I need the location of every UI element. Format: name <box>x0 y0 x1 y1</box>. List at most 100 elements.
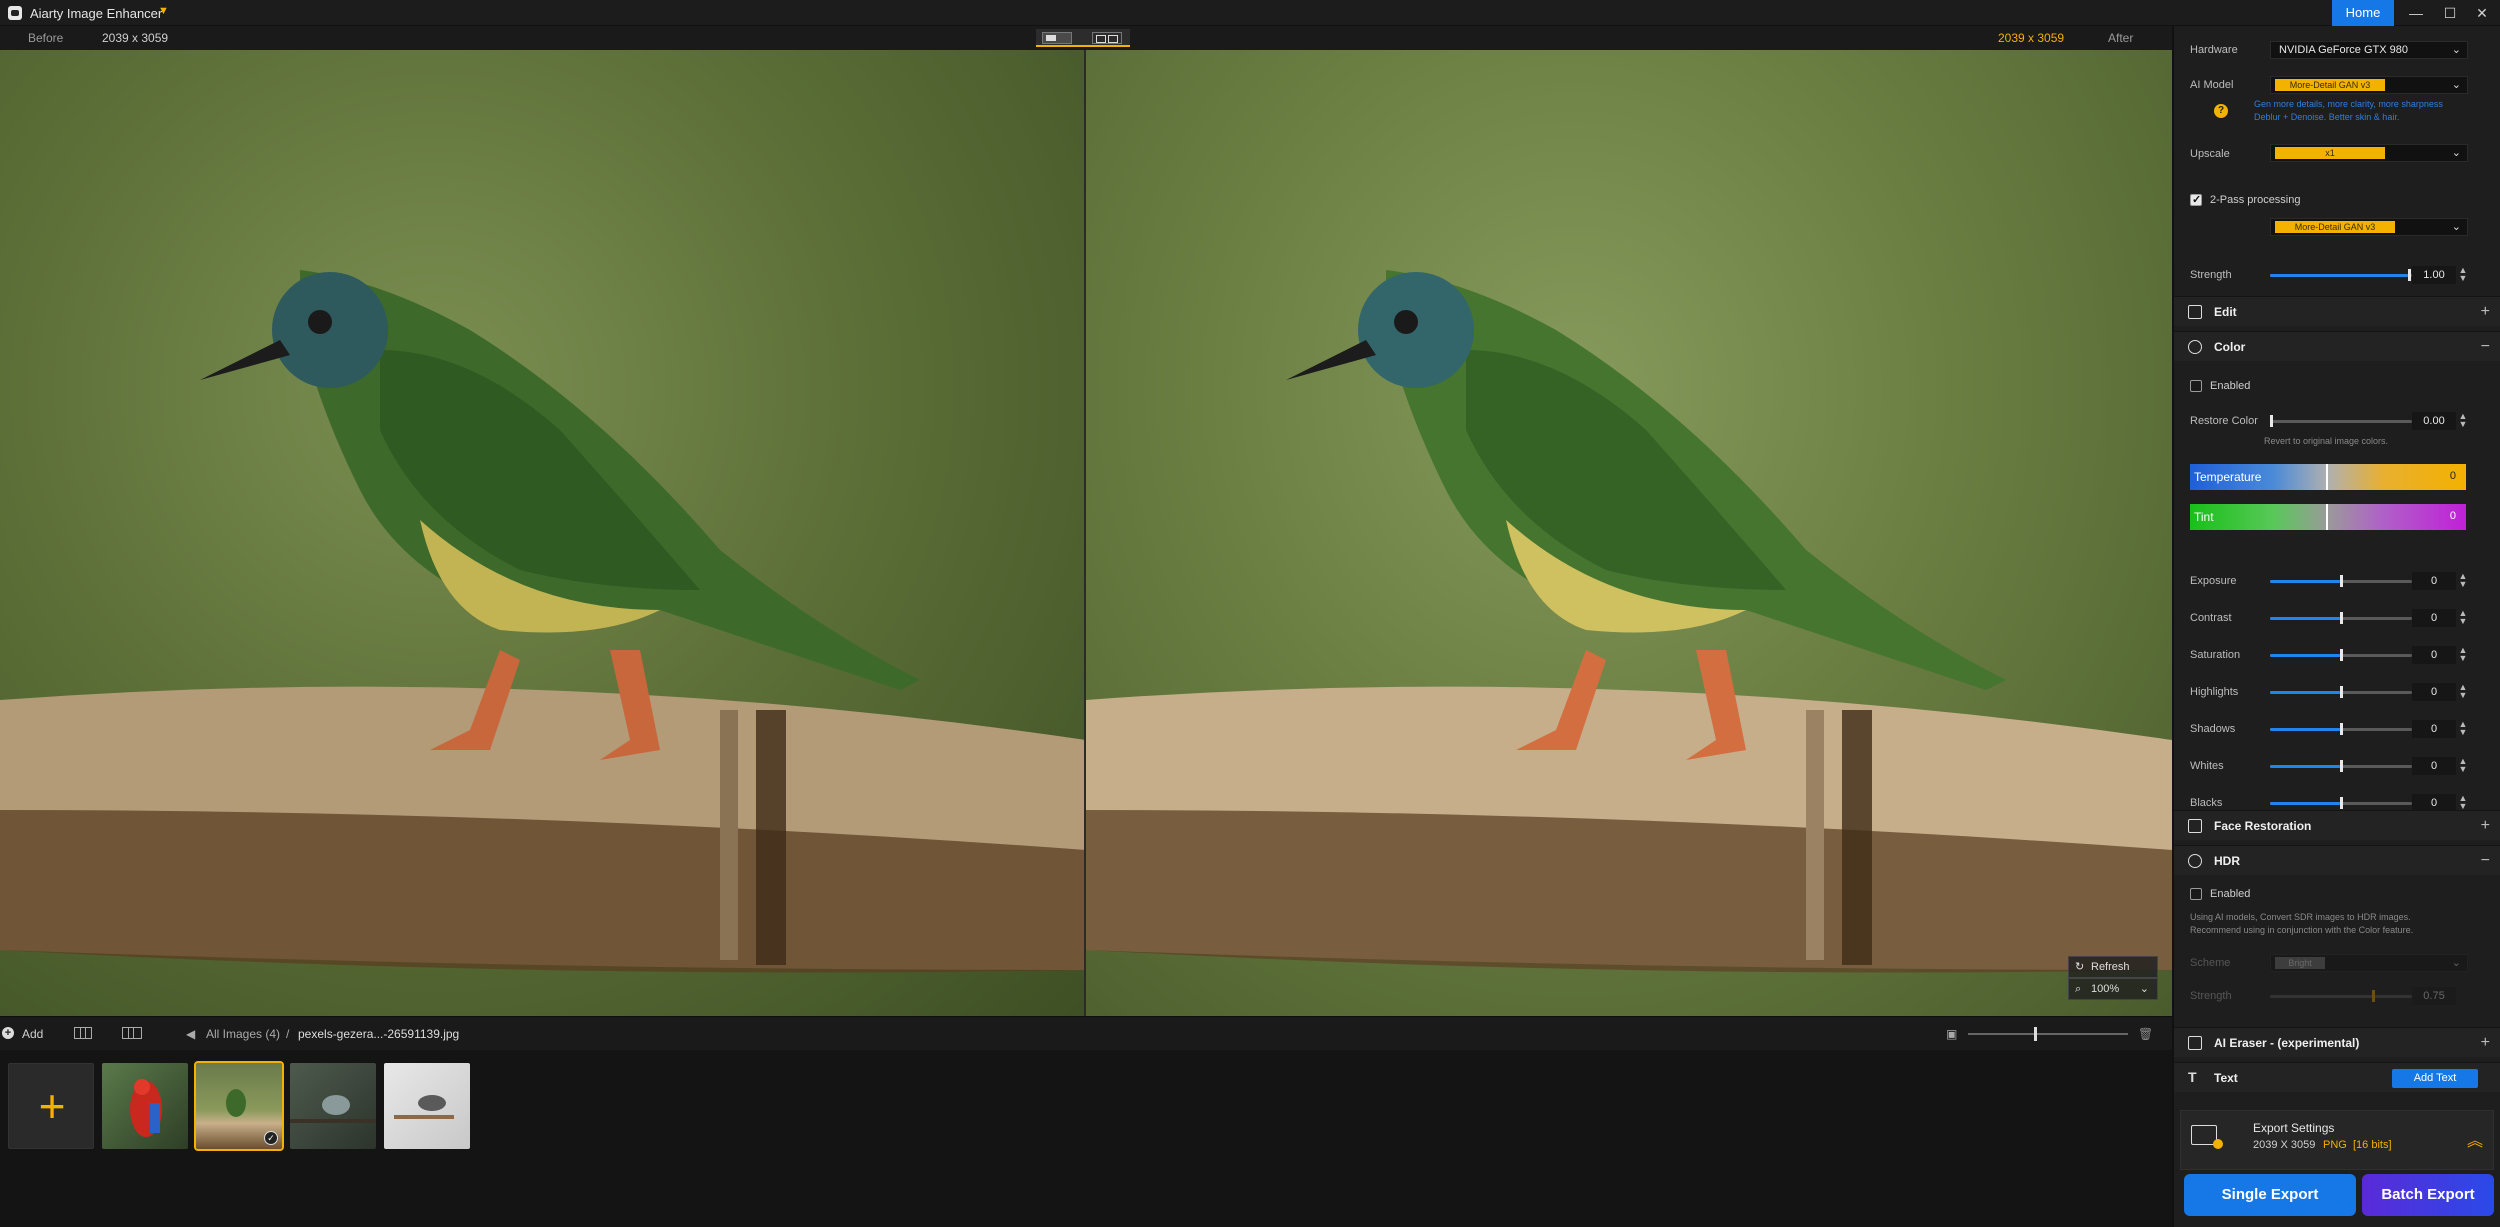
strength-value[interactable]: 1.00 <box>2412 266 2456 284</box>
add-text-button[interactable]: Add Text <box>2392 1069 2478 1088</box>
thumbnail-bird-bamboo[interactable]: ✓ <box>194 1061 284 1151</box>
batch-export-button[interactable]: Batch Export <box>2362 1174 2494 1216</box>
adjust-spinner[interactable]: ▲ ▼ <box>2458 794 2468 811</box>
adjust-spinner[interactable]: ▲ ▼ <box>2458 646 2468 663</box>
adjust-spinner[interactable]: ▲ ▼ <box>2458 683 2468 700</box>
face-restoration-section-header[interactable]: Face Restoration + <box>2174 810 2500 840</box>
thumbnail-bird-white[interactable] <box>384 1063 470 1149</box>
maximize-icon[interactable]: ☐ <box>2432 0 2468 26</box>
adjust-value[interactable]: 0 <box>2412 609 2456 627</box>
thumbnail-parrot[interactable] <box>102 1063 188 1149</box>
app-logo-icon <box>8 6 22 20</box>
hdr-description-2: Recommend using in conjunction with the … <box>2190 925 2414 935</box>
trash-icon[interactable]: 🗑 <box>2138 1027 2153 1041</box>
thumbnail-size-knob[interactable] <box>2034 1027 2037 1041</box>
before-image[interactable] <box>0 50 1086 1016</box>
adjust-spinner[interactable]: ▲ ▼ <box>2458 757 2468 774</box>
two-pass-checkbox[interactable] <box>2190 193 2202 206</box>
color-enabled-checkbox[interactable] <box>2190 380 2202 392</box>
hdr-section-header[interactable]: HDR − <box>2174 845 2500 875</box>
view-mode-toggle[interactable] <box>1036 29 1130 47</box>
thumbnail-size-slider[interactable] <box>1968 1033 2128 1035</box>
adjust-knob[interactable] <box>2340 797 2343 809</box>
add-button[interactable]: Add <box>22 1027 43 1041</box>
expand-icon[interactable]: + <box>2481 817 2490 835</box>
chevron-down-icon: ⌄ <box>2451 44 2461 56</box>
selected-check-icon: ✓ <box>264 1131 278 1145</box>
help-icon[interactable]: ? <box>2214 104 2228 118</box>
minimize-icon[interactable]: — <box>2398 0 2434 26</box>
adjust-knob[interactable] <box>2340 686 2343 698</box>
large-grid-icon[interactable] <box>122 1027 142 1039</box>
adjust-knob[interactable] <box>2340 575 2343 587</box>
grid-view-icon[interactable] <box>74 1027 92 1039</box>
hardware-select[interactable]: NVIDIA GeForce GTX 980 ⌄ <box>2270 41 2468 59</box>
hdr-strength-track[interactable] <box>2270 995 2412 998</box>
two-pass-model-select[interactable]: More-Detail GAN v3 ⌄ <box>2270 218 2468 236</box>
strength-spinner[interactable]: ▲ ▼ <box>2458 266 2468 283</box>
adjust-value[interactable]: 0 <box>2412 572 2456 590</box>
add-icon[interactable]: + <box>2 1027 14 1039</box>
split-view-icon[interactable] <box>1042 32 1072 44</box>
adjust-knob[interactable] <box>2340 723 2343 735</box>
expand-icon[interactable]: + <box>2481 1034 2490 1052</box>
strength-knob[interactable] <box>2408 269 2411 281</box>
color-section-header[interactable]: Color − <box>2174 331 2500 361</box>
temperature-knob[interactable] <box>2326 464 2328 490</box>
upscale-select[interactable]: x1 ⌄ <box>2270 144 2468 162</box>
chevron-down-icon[interactable]: ▼ <box>158 5 169 17</box>
adjust-knob[interactable] <box>2340 649 2343 661</box>
adjust-value[interactable]: 0 <box>2412 757 2456 775</box>
adjust-value[interactable]: 0 <box>2412 683 2456 701</box>
zoom-select[interactable]: ⌕ 100% ⌄ <box>2068 978 2158 1000</box>
edit-section-header[interactable]: Edit + <box>2174 296 2500 326</box>
thumbnail-bird-branch[interactable] <box>290 1063 376 1149</box>
after-image[interactable]: ↻ Refresh ⌕ 100% ⌄ <box>1086 50 2172 1016</box>
chevron-up-icon[interactable]: ︽ <box>2467 1127 2483 1151</box>
restore-color-track[interactable] <box>2270 420 2412 423</box>
hdr-scheme-select[interactable]: Bright ⌄ <box>2270 954 2468 972</box>
adjust-knob[interactable] <box>2340 612 2343 624</box>
hdr-enabled-checkbox[interactable] <box>2190 888 2202 900</box>
hdr-strength-knob[interactable] <box>2372 990 2375 1002</box>
collapse-icon[interactable]: − <box>2481 338 2490 356</box>
adjust-label: Shadows <box>2190 723 2236 735</box>
eraser-icon <box>2188 1036 2202 1050</box>
side-by-side-icon[interactable] <box>1092 32 1122 44</box>
adjust-label: Saturation <box>2190 649 2241 661</box>
tint-bar[interactable]: Tint 0 <box>2190 504 2466 530</box>
restore-color-knob[interactable] <box>2270 415 2273 427</box>
parrot-thumb-image <box>130 1079 162 1137</box>
adjust-spinner[interactable]: ▲ ▼ <box>2458 572 2468 589</box>
restore-color-spinner[interactable]: ▲ ▼ <box>2458 412 2468 429</box>
adjust-spinner[interactable]: ▲ ▼ <box>2458 720 2468 737</box>
single-export-button[interactable]: Single Export <box>2184 1174 2356 1216</box>
back-arrow-icon[interactable]: ◀ <box>186 1027 195 1041</box>
gear-icon <box>2213 1139 2223 1149</box>
adjust-fill <box>2270 802 2340 805</box>
export-settings[interactable]: Export Settings 2039 X 3059 PNG [16 bits… <box>2180 1110 2494 1170</box>
image-viewer[interactable]: ↻ Refresh ⌕ 100% ⌄ <box>0 50 2172 1016</box>
ai-eraser-section-header[interactable]: AI Eraser - (experimental) + <box>2174 1027 2500 1057</box>
tint-knob[interactable] <box>2326 504 2328 530</box>
export-bits: [16 bits] <box>2353 1139 2392 1151</box>
expand-icon[interactable]: + <box>2481 303 2490 321</box>
adjust-knob[interactable] <box>2340 760 2343 772</box>
adjust-value[interactable]: 0 <box>2412 720 2456 738</box>
compare-divider[interactable] <box>1084 50 1086 1016</box>
adjust-spinner[interactable]: ▲ ▼ <box>2458 609 2468 626</box>
add-image-button[interactable]: + <box>8 1063 94 1149</box>
temperature-bar[interactable]: Temperature 0 <box>2190 464 2466 490</box>
adjust-fill <box>2270 654 2340 657</box>
hdr-strength-value[interactable]: 0.75 <box>2412 987 2456 1005</box>
home-button[interactable]: Home <box>2332 0 2394 26</box>
refresh-button[interactable]: ↻ Refresh <box>2068 956 2158 978</box>
before-photo <box>0 270 1086 973</box>
close-icon[interactable]: ✕ <box>2464 0 2500 26</box>
collapse-icon[interactable]: − <box>2481 852 2490 870</box>
adjust-value[interactable]: 0 <box>2412 646 2456 664</box>
restore-color-value[interactable]: 0.00 <box>2412 412 2456 430</box>
breadcrumb-root[interactable]: All Images (4) <box>206 1027 280 1041</box>
before-dimensions: 2039 x 3059 <box>102 31 169 45</box>
ai-model-select[interactable]: More-Detail GAN v3 ⌄ <box>2270 76 2468 94</box>
